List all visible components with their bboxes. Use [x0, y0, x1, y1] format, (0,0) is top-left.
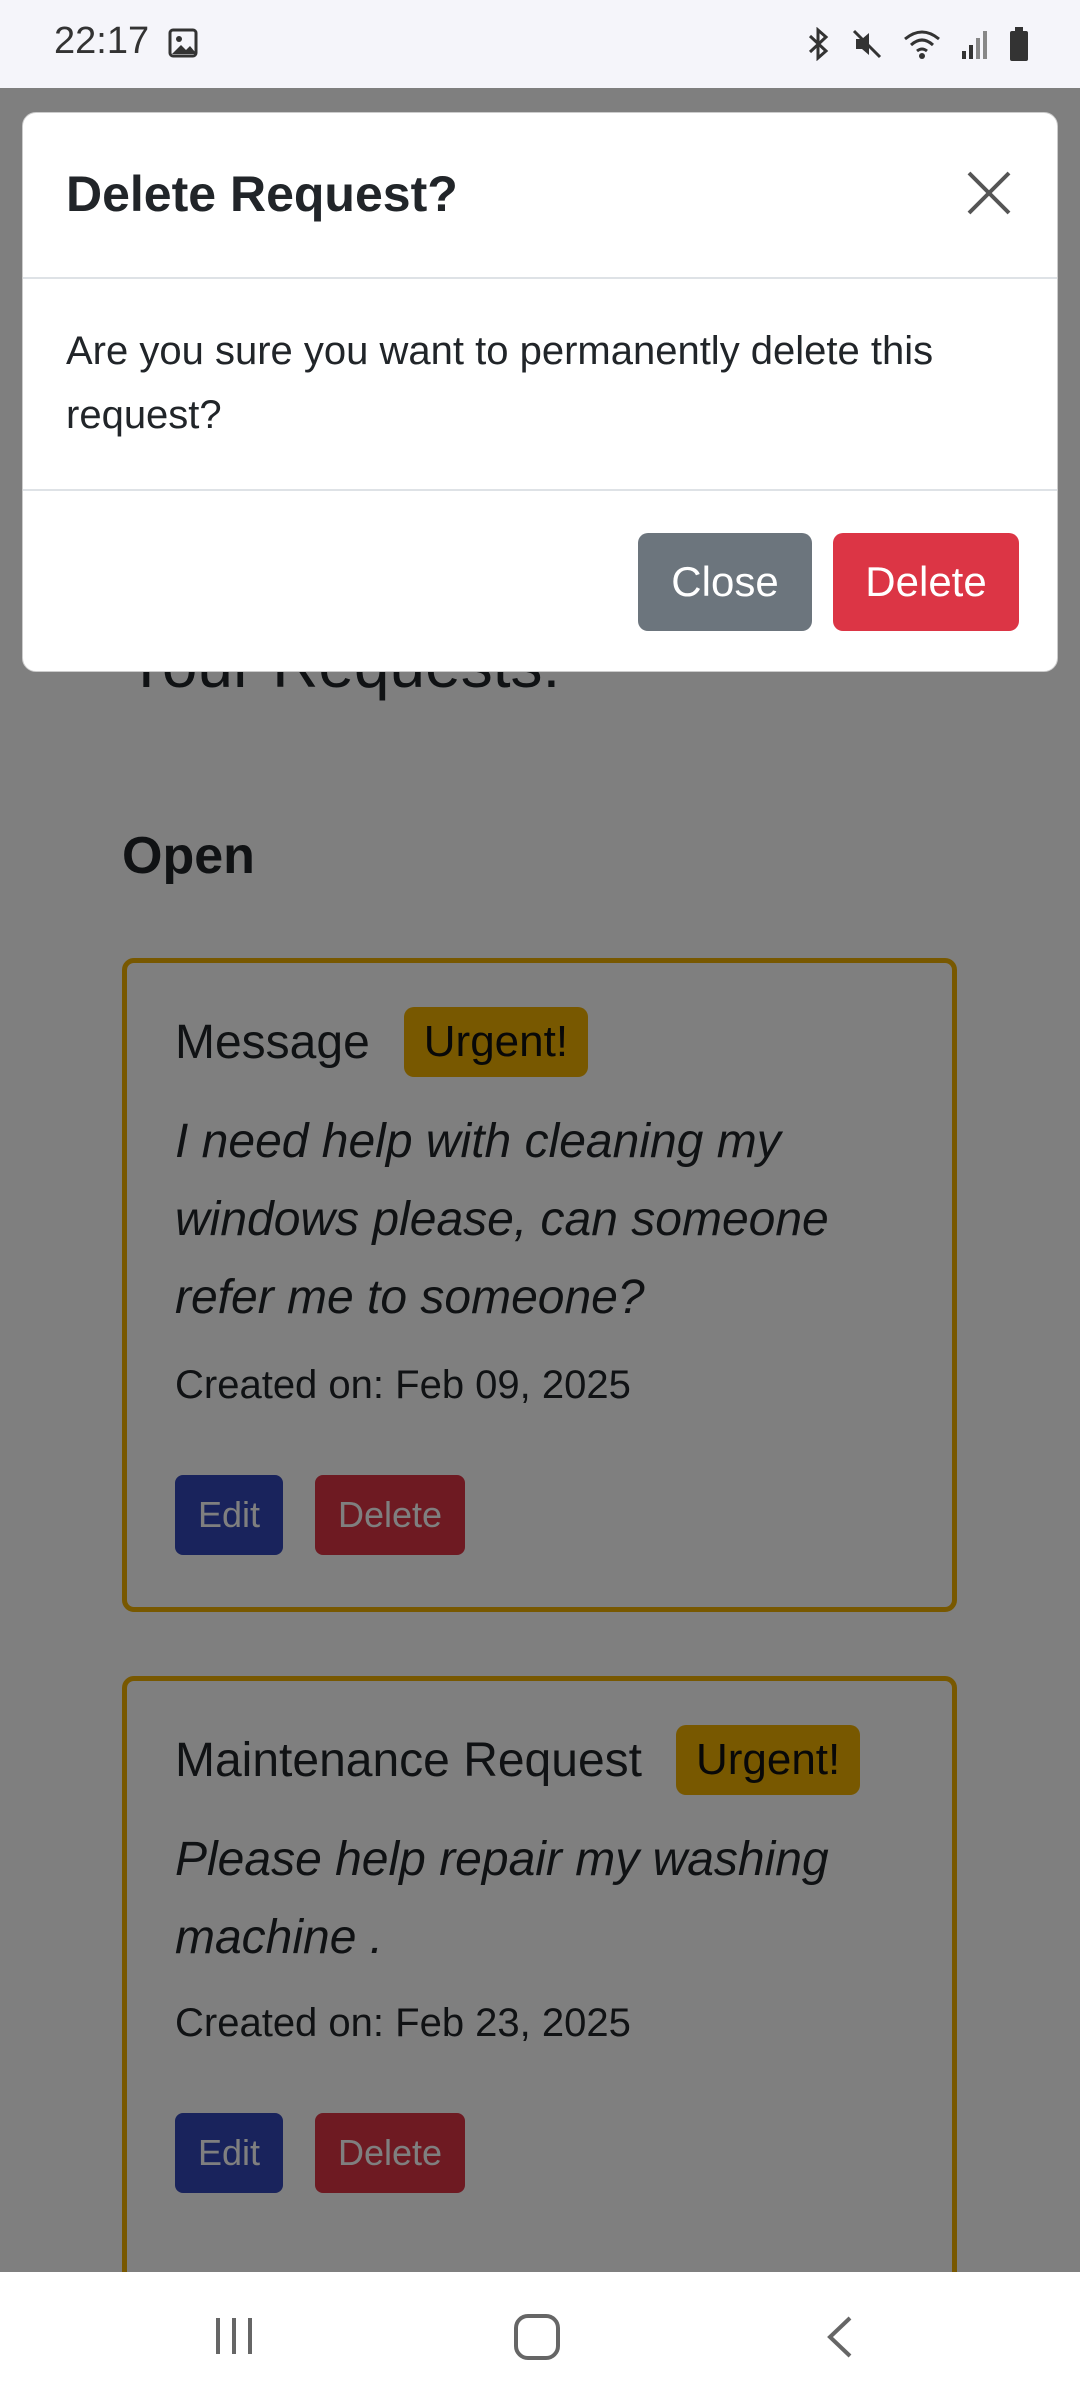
navigation-bar	[0, 2272, 1080, 2400]
wifi-icon	[904, 30, 940, 59]
status-time: 22:17	[54, 20, 150, 62]
mute-icon	[852, 29, 882, 59]
modal-message: Are you sure you want to permanently del…	[66, 329, 934, 437]
delete-request-modal: Delete Request? Are you sure you want to…	[22, 112, 1058, 672]
close-button[interactable]: Close	[638, 533, 812, 631]
signal-icon	[962, 31, 987, 59]
status-bar: 22:17	[0, 0, 1080, 88]
modal-footer: Close Delete	[23, 491, 1057, 671]
battery-icon	[1010, 27, 1028, 61]
back-icon[interactable]	[820, 2312, 860, 2362]
modal-body: Are you sure you want to permanently del…	[23, 279, 1057, 491]
home-icon[interactable]	[512, 2312, 562, 2362]
close-icon[interactable]	[957, 161, 1021, 225]
image-icon	[168, 28, 198, 58]
modal-title: Delete Request?	[66, 166, 458, 222]
modal-header: Delete Request?	[23, 113, 1057, 279]
bluetooth-icon	[808, 27, 829, 61]
recent-apps-icon[interactable]	[212, 2314, 256, 2358]
status-icons	[806, 26, 1030, 62]
confirm-delete-button[interactable]: Delete	[833, 533, 1019, 631]
